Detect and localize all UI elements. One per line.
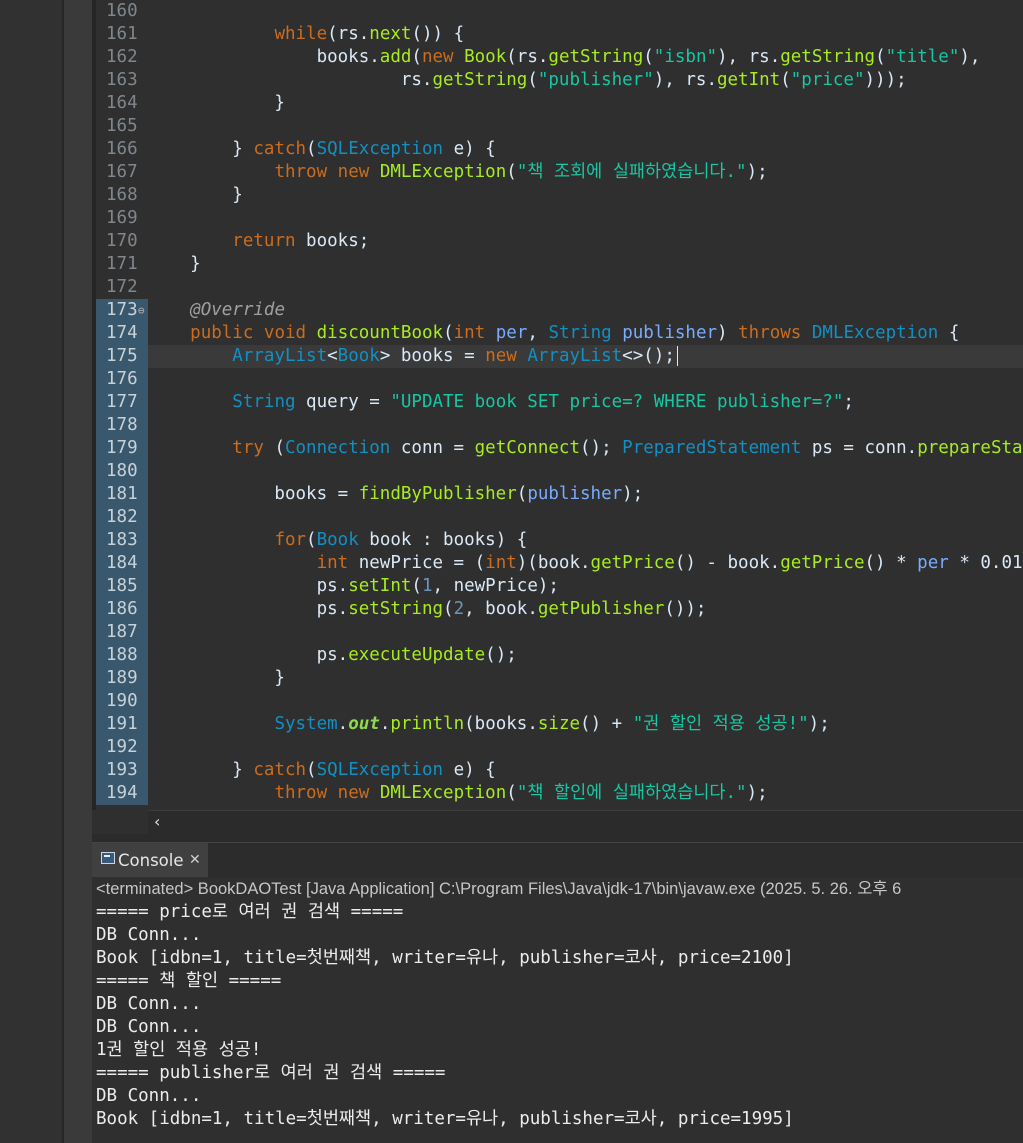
line-number: 167 (106, 162, 138, 182)
console-tab-bar: Console ✕ (92, 843, 1023, 877)
line-number: 165 (106, 116, 138, 136)
line-number: 183 (96, 529, 148, 552)
line-number: 163 (106, 70, 138, 90)
code-line[interactable]: @Override (148, 299, 1023, 322)
close-icon[interactable]: ✕ (189, 842, 201, 878)
code-line[interactable]: rs.getString("publisher"), rs.getInt("pr… (148, 69, 1023, 92)
tab-console[interactable]: Console ✕ (92, 843, 208, 877)
line-number: 180 (96, 460, 148, 483)
code-line[interactable] (148, 414, 1023, 437)
code-line[interactable]: books.add(new Book(rs.getString("isbn"),… (148, 46, 1023, 69)
code-line[interactable]: for(Book book : books) { (148, 529, 1023, 552)
line-number: 186 (96, 598, 148, 621)
fold-minus-icon[interactable]: ⊖ (138, 299, 145, 322)
line-number: 188 (96, 644, 148, 667)
console-status: <terminated> BookDAOTest [Java Applicati… (92, 877, 1023, 901)
code-line[interactable] (148, 207, 1023, 230)
line-number: 175 (96, 345, 148, 368)
console-output[interactable]: ===== price로 여러 권 검색 ===== DB Conn... Book… (92, 901, 1023, 1143)
console-line: DB Conn... (96, 1017, 202, 1037)
line-number: 179 (96, 437, 148, 460)
code-line[interactable]: String query = "UPDATE book SET price=? … (148, 391, 1023, 414)
console-line: ===== publisher로 여러 권 검색 ===== (96, 1063, 446, 1083)
line-number: 185 (96, 575, 148, 598)
code-line[interactable]: ArrayList<Book> books = new ArrayList<>(… (148, 345, 1023, 368)
line-number: 172 (106, 277, 138, 297)
line-number: 190 (96, 690, 148, 713)
code-line[interactable] (148, 621, 1023, 644)
line-number: 178 (96, 414, 148, 437)
code-area[interactable]: while(rs.next()) { books.add(new Book(rs… (148, 0, 1023, 810)
console-line: DB Conn... (96, 994, 202, 1014)
line-number: 193 (96, 759, 148, 782)
horizontal-scrollbar[interactable]: ‹ (148, 810, 1023, 835)
line-number: 162 (106, 47, 138, 67)
code-line[interactable] (148, 460, 1023, 483)
code-line[interactable]: ps.setInt(1, newPrice); (148, 575, 1023, 598)
line-number: 171 (106, 254, 138, 274)
code-line[interactable]: } (148, 667, 1023, 690)
code-line[interactable]: } catch(SQLException e) { (148, 138, 1023, 161)
code-line[interactable] (148, 276, 1023, 299)
scroll-left-icon[interactable]: ‹ (154, 812, 160, 831)
code-line[interactable]: throw new DMLException("책 조회에 실패하였습니다.")… (148, 161, 1023, 184)
code-line[interactable] (148, 0, 1023, 23)
code-line[interactable]: System.out.println(books.size() + "권 할인 … (148, 713, 1023, 736)
console-icon (101, 852, 115, 864)
code-line[interactable] (148, 506, 1023, 529)
code-line[interactable]: while(rs.next()) { (148, 23, 1023, 46)
line-number: 176 (96, 368, 148, 391)
line-number: 161 (106, 24, 138, 44)
left-panel (0, 0, 62, 1143)
code-line[interactable] (148, 368, 1023, 391)
code-line[interactable] (148, 736, 1023, 759)
line-number: 177 (96, 391, 148, 414)
code-line[interactable]: int newPrice = (int)(book.getPrice() - b… (148, 552, 1023, 575)
console-line: 1권 할인 적용 성공! (96, 1040, 262, 1060)
line-number: 166 (106, 139, 138, 159)
line-number: 184 (96, 552, 148, 575)
code-line[interactable]: public void discountBook(int per, String… (148, 322, 1023, 345)
line-number: 164 (106, 93, 138, 113)
code-line[interactable]: try (Connection conn = getConnect(); Pre… (148, 437, 1023, 460)
console-line: DB Conn... (96, 1086, 202, 1106)
console-line: ===== 책 할인 ===== (96, 971, 282, 991)
line-number: 191 (96, 713, 148, 736)
line-number: 194 (96, 782, 148, 805)
line-number: 174 (96, 322, 148, 345)
console-line: ===== price로 여러 권 검색 ===== (96, 902, 404, 922)
line-number: 181 (96, 483, 148, 506)
console-line: DB Conn... (96, 925, 202, 945)
line-number: 182 (96, 506, 148, 529)
code-line[interactable]: throw new DMLException("책 할인에 실패하였습니다.")… (148, 782, 1023, 805)
line-number: 169 (106, 208, 138, 228)
code-line[interactable]: } (148, 92, 1023, 115)
line-number: 160 (106, 1, 138, 21)
line-number: 192 (96, 736, 148, 759)
line-number: 187 (96, 621, 148, 644)
console-line: Book [idbn=1, title=첫번째책, writer=유나, pub… (96, 1109, 794, 1129)
console-line: Book [idbn=1, title=첫번째책, writer=유나, pub… (96, 948, 794, 968)
overview-ruler (64, 0, 92, 1143)
line-number: 170 (106, 231, 138, 251)
code-line[interactable] (148, 115, 1023, 138)
code-line[interactable]: } catch(SQLException e) { (148, 759, 1023, 782)
view-divider[interactable] (92, 834, 1023, 843)
line-number-gutter: 160 161 162 163 164 165 166 167 168 169 170 171 172 1… (96, 0, 148, 810)
tab-console-label: Console (118, 851, 184, 870)
code-line[interactable]: } (148, 184, 1023, 207)
code-line[interactable] (148, 690, 1023, 713)
code-line[interactable]: ps.executeUpdate(); (148, 644, 1023, 667)
line-number: 173 ⊖ (96, 299, 148, 322)
line-number: 168 (106, 185, 138, 205)
code-line[interactable]: return books; (148, 230, 1023, 253)
code-editor[interactable]: 160 161 162 163 164 165 166 167 168 169 170 171 172 1… (92, 0, 1023, 810)
line-number: 189 (96, 667, 148, 690)
code-line[interactable]: books = findByPublisher(publisher); (148, 483, 1023, 506)
code-line[interactable]: } (148, 253, 1023, 276)
code-line[interactable]: ps.setString(2, book.getPublisher()); (148, 598, 1023, 621)
